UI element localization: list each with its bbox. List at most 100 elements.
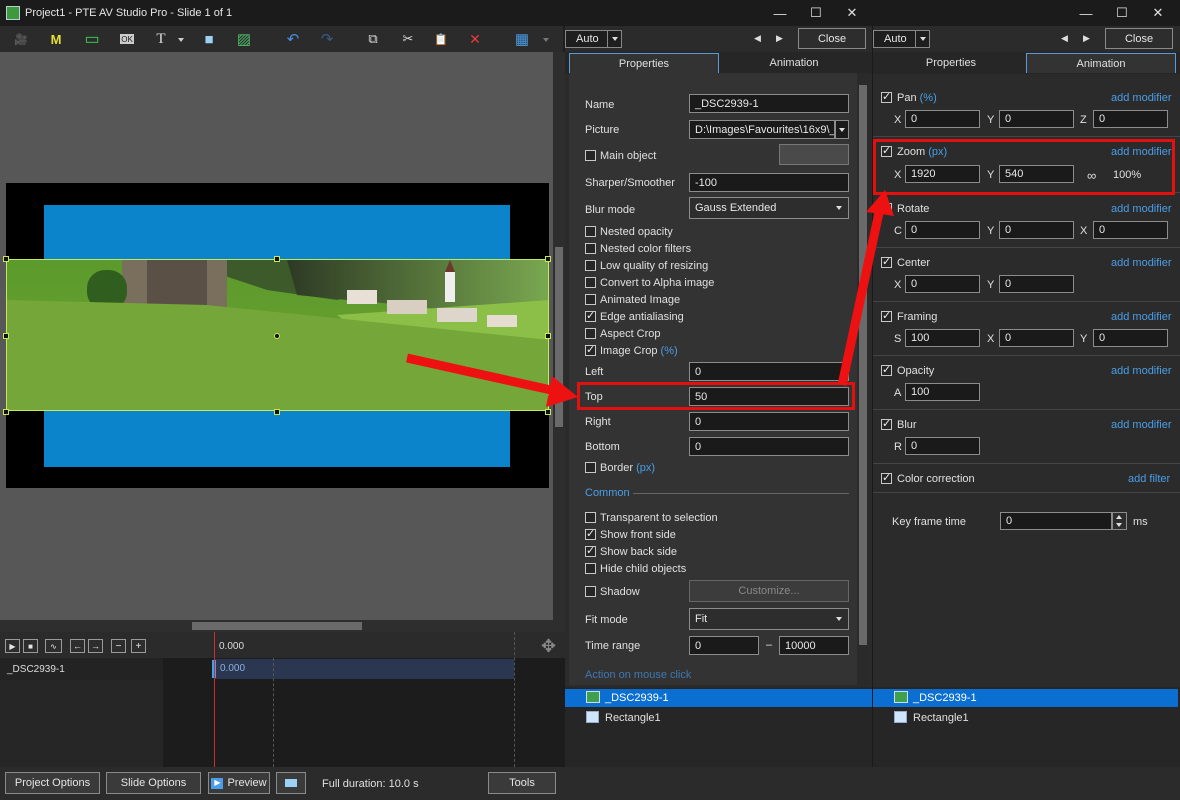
prev-button[interactable]: ←: [70, 639, 85, 653]
selection-handle[interactable]: [3, 256, 9, 262]
horizontal-scrollbar[interactable]: [0, 620, 565, 632]
auto-dropdown-button[interactable]: [915, 31, 929, 47]
keyframe-spinner[interactable]: [1112, 512, 1127, 530]
convert-alpha-checkbox[interactable]: [585, 277, 596, 288]
scrollbar-thumb[interactable]: [192, 622, 362, 630]
picture-field[interactable]: D:\Images\Favourites\16x9\_DSC: [689, 120, 835, 139]
scrollbar-thumb[interactable]: [555, 247, 563, 427]
pan-z-field[interactable]: 0: [1093, 110, 1168, 128]
framing-s-field[interactable]: 100: [905, 329, 980, 347]
blur-add-modifier-link[interactable]: add modifier: [1111, 419, 1172, 431]
picture-dropdown-button[interactable]: [835, 120, 849, 139]
camera-icon[interactable]: 🎥: [10, 28, 32, 50]
tab-animation[interactable]: Animation: [1026, 53, 1176, 73]
close-window-button[interactable]: ✕: [834, 0, 870, 26]
preview-button[interactable]: ▶ Preview: [208, 772, 270, 794]
image-icon[interactable]: ▨: [233, 28, 255, 50]
text-icon[interactable]: T: [150, 28, 172, 50]
left-field[interactable]: 0: [689, 362, 849, 381]
scrollbar-thumb[interactable]: [859, 85, 867, 645]
minimize-button[interactable]: —: [762, 0, 798, 26]
waveform-button[interactable]: ∿: [45, 639, 62, 653]
transparent-checkbox[interactable]: [585, 512, 596, 523]
framing-y-field[interactable]: 0: [1093, 329, 1168, 347]
fit-mode-select[interactable]: Fit: [689, 608, 849, 630]
selection-handle[interactable]: [545, 409, 551, 415]
auto-dropdown-button[interactable]: [607, 31, 621, 47]
zoom-out-button[interactable]: −: [111, 639, 126, 653]
tools-button[interactable]: Tools: [488, 772, 556, 794]
pan-add-modifier-link[interactable]: add modifier: [1111, 92, 1172, 104]
opacity-checkbox[interactable]: [881, 363, 892, 376]
pan-x-field[interactable]: 0: [905, 110, 980, 128]
border-checkbox[interactable]: [585, 462, 596, 473]
stop-button[interactable]: ■: [23, 639, 38, 653]
prev-arrow-icon[interactable]: ◀: [1061, 33, 1068, 44]
slide-options-button[interactable]: Slide Options: [106, 772, 201, 794]
grid-icon[interactable]: ▦: [511, 28, 533, 50]
nested-opacity-checkbox[interactable]: [585, 226, 596, 237]
blur-mode-select[interactable]: Gauss Extended: [689, 197, 849, 219]
copy-icon[interactable]: ⧉: [362, 28, 384, 50]
panel-scrollbar[interactable]: [858, 73, 868, 685]
animated-image-checkbox[interactable]: [585, 294, 596, 305]
maximize-button-2[interactable]: ☐: [1104, 0, 1140, 26]
selection-handle[interactable]: [274, 333, 280, 339]
center-x-field[interactable]: 0: [905, 275, 980, 293]
aspect-crop-checkbox[interactable]: [585, 328, 596, 339]
project-options-button[interactable]: Project Options: [5, 772, 100, 794]
framing-checkbox[interactable]: [881, 309, 892, 322]
close-button[interactable]: Close: [1105, 28, 1173, 49]
redo-icon[interactable]: ↷: [316, 28, 338, 50]
framing-x-field[interactable]: 0: [999, 329, 1074, 347]
selection-handle[interactable]: [545, 256, 551, 262]
delete-icon[interactable]: ✕: [464, 28, 486, 50]
object-item-label[interactable]: Rectangle1: [605, 712, 661, 724]
playhead-line[interactable]: [214, 632, 215, 767]
rotate-add-modifier-link[interactable]: add modifier: [1111, 203, 1172, 215]
time-range-from[interactable]: 0: [689, 636, 759, 655]
opacity-add-modifier-link[interactable]: add modifier: [1111, 365, 1172, 377]
shadow-checkbox[interactable]: [585, 586, 596, 597]
customize-button[interactable]: Customize...: [689, 580, 849, 602]
sharper-field[interactable]: -100: [689, 173, 849, 192]
tab-properties[interactable]: Properties: [569, 53, 719, 73]
opacity-a-field[interactable]: 100: [905, 383, 980, 401]
keyframe-time-field[interactable]: 0: [1000, 512, 1112, 530]
next-button[interactable]: →: [88, 639, 103, 653]
add-filter-link[interactable]: add filter: [1128, 473, 1170, 485]
main-object-swatch[interactable]: [779, 144, 849, 165]
right-field[interactable]: 0: [689, 412, 849, 431]
undo-icon[interactable]: ↶: [282, 28, 304, 50]
rotate-x-field[interactable]: 0: [1093, 221, 1168, 239]
image-crop-checkbox[interactable]: [585, 343, 596, 356]
pan-checkbox[interactable]: [881, 90, 892, 103]
maximize-button[interactable]: ☐: [798, 0, 834, 26]
selection-handle[interactable]: [545, 333, 551, 339]
screen-button[interactable]: [276, 772, 306, 794]
tab-animation[interactable]: Animation: [720, 53, 868, 73]
prev-arrow-icon[interactable]: ◀: [754, 33, 761, 44]
low-quality-checkbox[interactable]: [585, 260, 596, 271]
chevron-down-icon[interactable]: [178, 38, 184, 42]
edge-antialiasing-checkbox[interactable]: [585, 309, 596, 322]
center-y-field[interactable]: 0: [999, 275, 1074, 293]
center-add-modifier-link[interactable]: add modifier: [1111, 257, 1172, 269]
hide-child-checkbox[interactable]: [585, 563, 596, 574]
blur-r-field[interactable]: 0: [905, 437, 980, 455]
show-back-checkbox[interactable]: [585, 544, 596, 557]
chevron-down-icon[interactable]: [543, 38, 549, 42]
color-correction-checkbox[interactable]: [881, 471, 892, 484]
name-field[interactable]: _DSC2939-1: [689, 94, 849, 113]
framing-add-modifier-link[interactable]: add modifier: [1111, 311, 1172, 323]
center-checkbox[interactable]: [881, 255, 892, 268]
track-clip[interactable]: [214, 659, 514, 679]
selection-handle[interactable]: [274, 256, 280, 262]
frame-icon[interactable]: ▭: [81, 28, 103, 50]
rotate-c-field[interactable]: 0: [905, 221, 980, 239]
bottom-field[interactable]: 0: [689, 437, 849, 456]
selection-handle[interactable]: [3, 409, 9, 415]
spinner-up-icon[interactable]: [1116, 515, 1122, 519]
cut-icon[interactable]: ✂: [397, 28, 419, 50]
main-object-checkbox[interactable]: [585, 150, 596, 161]
